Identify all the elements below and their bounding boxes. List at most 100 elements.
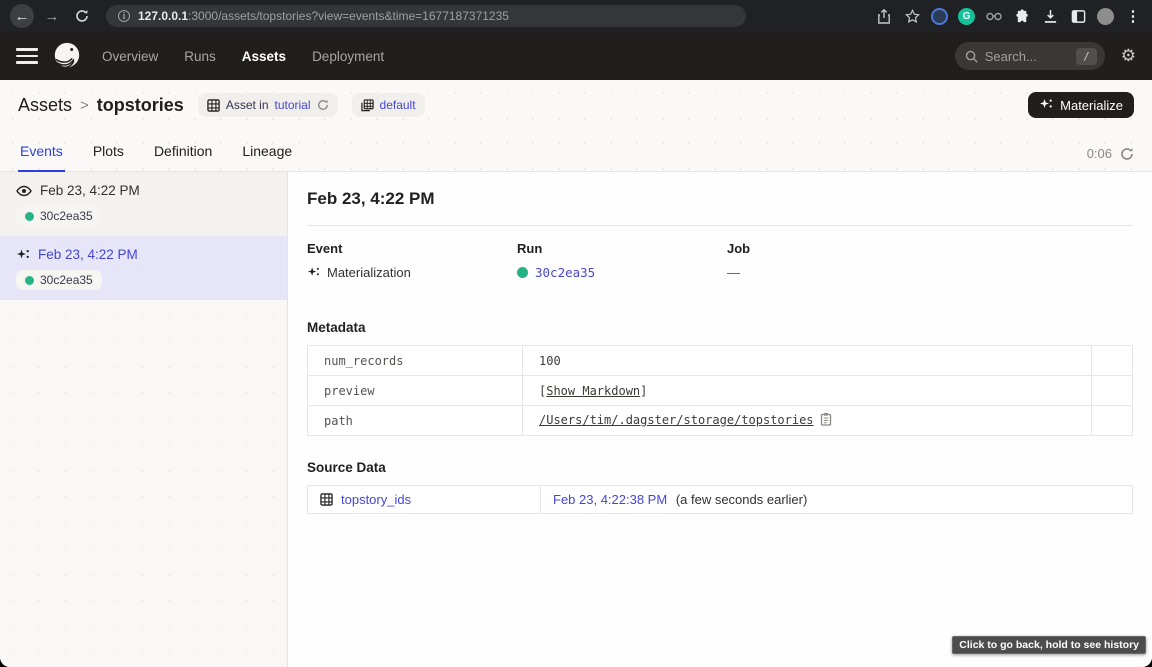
search-icon <box>965 50 978 63</box>
nav-item-deployment[interactable]: Deployment <box>312 49 384 64</box>
asset-tabs: Events Plots Definition Lineage 0:06 <box>0 130 1152 172</box>
job-column: Job — <box>727 241 937 280</box>
source-timestamp-note: (a few seconds earlier) <box>676 492 808 507</box>
job-column-label: Job <box>727 241 937 256</box>
event-detail-panel: Feb 23, 4:22 PM Event Materialization Ru… <box>288 172 1152 667</box>
browser-reload-button[interactable] <box>70 4 94 28</box>
source-data-table: topstory_ids Feb 23, 4:22:38 PM (a few s… <box>307 485 1133 514</box>
run-column-value: 30c2ea35 <box>517 265 727 280</box>
url-path: :3000/assets/topstories?view=events&time… <box>188 9 509 23</box>
nav-item-overview[interactable]: Overview <box>102 49 158 64</box>
materialize-button-label: Materialize <box>1060 98 1123 113</box>
asset-repo-tag[interactable]: Asset in tutorial <box>198 93 338 117</box>
source-timestamp-link[interactable]: Feb 23, 4:22:38 PM <box>553 492 667 507</box>
breadcrumb: Assets > topstories <box>18 95 184 116</box>
breadcrumb-assets-link[interactable]: Assets <box>18 95 72 116</box>
nav-item-assets[interactable]: Assets <box>242 49 286 64</box>
extensions-puzzle-icon[interactable] <box>1013 7 1031 25</box>
dagster-logo <box>52 41 82 71</box>
asset-page-header: Assets > topstories Asset in tutorial de… <box>0 80 1152 130</box>
settings-gear-icon[interactable]: ⚙ <box>1121 46 1136 66</box>
password-manager-extension-icon[interactable] <box>931 8 948 25</box>
breadcrumb-separator: > <box>80 97 89 114</box>
browser-toolbar-icons: G ⋮ <box>875 7 1142 25</box>
sparkle-icon <box>307 266 320 279</box>
tab-plots[interactable]: Plots <box>91 143 126 171</box>
event-type-text: Materialization <box>327 265 411 280</box>
layered-grid-icon <box>361 99 374 112</box>
browser-forward-button[interactable]: → <box>40 4 64 28</box>
glasses-extension-icon[interactable] <box>985 7 1003 25</box>
event-observation-run-badge[interactable]: 30c2ea35 <box>16 206 102 226</box>
menu-hamburger-icon[interactable] <box>16 48 38 64</box>
browser-back-button[interactable]: ← <box>10 4 34 28</box>
refresh-icon[interactable] <box>1120 147 1134 161</box>
search-input[interactable] <box>985 49 1069 64</box>
asset-events-body: Feb 23, 4:22 PM 30c2ea35 Feb 23, 4:22 PM… <box>0 172 1152 667</box>
grammarly-extension-icon[interactable]: G <box>958 8 975 25</box>
event-list-sidebar: Feb 23, 4:22 PM 30c2ea35 Feb 23, 4:22 PM… <box>0 172 288 667</box>
url-text: 127.0.0.1:3000/assets/topstories?view=ev… <box>138 9 509 23</box>
asset-group-tag[interactable]: default <box>352 93 425 117</box>
bookmark-star-icon[interactable] <box>903 7 921 25</box>
source-asset-name: topstory_ids <box>341 492 411 507</box>
event-column-label: Event <box>307 241 517 256</box>
reload-repo-icon[interactable] <box>317 99 329 111</box>
materialize-button[interactable]: Materialize <box>1028 92 1134 118</box>
event-summary-columns: Event Materialization Run 30c2ea35 Job — <box>307 241 1133 280</box>
site-info-icon[interactable]: i <box>118 10 130 22</box>
event-list-item-observation[interactable]: Feb 23, 4:22 PM 30c2ea35 <box>0 172 287 236</box>
metadata-key: preview <box>308 376 523 406</box>
browser-menu-icon[interactable]: ⋮ <box>1124 7 1142 25</box>
tab-definition[interactable]: Definition <box>152 143 214 171</box>
path-link[interactable]: /Users/tim/.dagster/storage/topstories <box>539 413 814 427</box>
tab-lineage[interactable]: Lineage <box>240 143 294 171</box>
sparkle-icon <box>16 248 30 262</box>
browser-chrome: ← → i 127.0.0.1:3000/assets/topstories?v… <box>0 0 1152 32</box>
nav-right: / ⚙ <box>955 42 1136 70</box>
metadata-section-title: Metadata <box>307 320 1133 335</box>
run-status-dot <box>25 212 34 221</box>
profile-avatar[interactable] <box>1097 8 1114 25</box>
asset-repo-tag-link[interactable]: tutorial <box>275 98 311 112</box>
event-column-value: Materialization <box>307 265 517 280</box>
breadcrumb-asset-name: topstories <box>97 95 184 116</box>
source-asset-link[interactable]: topstory_ids <box>320 492 528 507</box>
event-column: Event Materialization <box>307 241 517 280</box>
table-row: num_records 100 <box>308 346 1133 376</box>
divider <box>307 225 1133 226</box>
table-row: topstory_ids Feb 23, 4:22:38 PM (a few s… <box>308 486 1133 514</box>
metadata-spare-cell <box>1092 346 1133 376</box>
event-materialization-run-id: 30c2ea35 <box>40 273 93 287</box>
run-status-dot <box>517 267 528 278</box>
show-markdown-link[interactable]: Show Markdown <box>546 384 640 398</box>
reload-icon <box>75 9 89 23</box>
event-observation-time: Feb 23, 4:22 PM <box>40 183 140 198</box>
refresh-countdown: 0:06 <box>1087 146 1112 161</box>
download-icon[interactable] <box>1041 7 1059 25</box>
sparkle-icon <box>1039 98 1053 112</box>
eye-icon <box>16 185 32 197</box>
side-panel-icon[interactable] <box>1069 7 1087 25</box>
event-list-item-materialization[interactable]: Feb 23, 4:22 PM 30c2ea35 <box>0 236 287 300</box>
run-column: Run 30c2ea35 <box>517 241 727 280</box>
event-materialization-time: Feb 23, 4:22 PM <box>38 247 138 262</box>
address-bar[interactable]: i 127.0.0.1:3000/assets/topstories?view=… <box>106 5 746 27</box>
app-window: ← → i 127.0.0.1:3000/assets/topstories?v… <box>0 0 1152 667</box>
global-search[interactable]: / <box>955 42 1105 70</box>
run-id-link[interactable]: 30c2ea35 <box>535 265 595 280</box>
event-observation-row: Feb 23, 4:22 PM <box>16 183 271 198</box>
back-history-tooltip: Click to go back, hold to see history <box>952 636 1146 654</box>
event-materialization-run-badge[interactable]: 30c2ea35 <box>16 270 102 290</box>
share-icon[interactable] <box>875 7 893 25</box>
url-host: 127.0.0.1 <box>138 9 188 23</box>
nav-links: Overview Runs Assets Deployment <box>102 49 384 64</box>
job-column-value: — <box>727 265 937 280</box>
asset-group-tag-label: default <box>380 98 416 112</box>
tab-events[interactable]: Events <box>18 143 65 171</box>
source-timestamp-cell: Feb 23, 4:22:38 PM (a few seconds earlie… <box>541 486 1133 514</box>
nav-item-runs[interactable]: Runs <box>184 49 216 64</box>
metadata-value: 100 <box>523 346 1092 376</box>
grid-icon <box>320 493 333 506</box>
copy-path-icon[interactable] <box>820 415 832 429</box>
